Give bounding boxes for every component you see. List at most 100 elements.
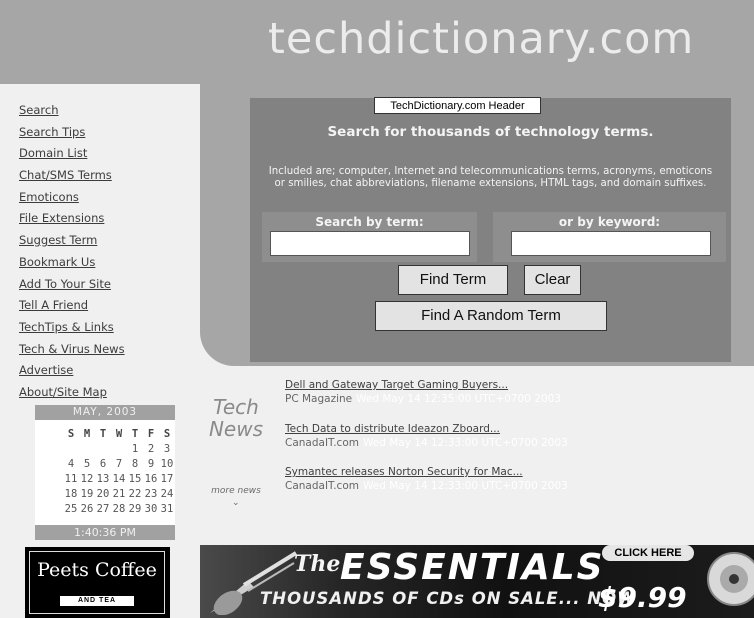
- calendar-day: 4: [67, 458, 75, 470]
- nav-link-techtips[interactable]: TechTips & Links: [19, 320, 114, 334]
- news-title-link[interactable]: Symantec releases Norton Security for Ma…: [285, 465, 568, 479]
- ad-price: $9.99: [598, 581, 687, 614]
- calendar-day: 2: [147, 443, 155, 455]
- term-input[interactable]: [270, 231, 470, 256]
- calendar-week: 4 5 6 7 8 9 10: [35, 457, 175, 472]
- tech-news-logo-line2: News: [208, 417, 264, 441]
- ad-the-text: The: [294, 551, 341, 577]
- tech-news-logo-line1: Tech: [213, 395, 259, 419]
- calendar-day: 21: [112, 488, 126, 500]
- news-source: CanadaIT.com: [285, 480, 359, 492]
- peets-coffee-ad[interactable]: Peets Coffee AND TEA: [25, 547, 170, 618]
- calendar-day: 29: [128, 503, 142, 515]
- news-source: PC Magazine: [285, 393, 353, 405]
- calendar-day: 9: [147, 458, 155, 470]
- news-date: Wed May 14 12:33:00 UTC+0700 2003: [362, 437, 568, 449]
- calendar-day: [79, 442, 95, 457]
- calendar-month: MAY, 2003: [35, 405, 175, 420]
- search-heading: Search for thousands of technology terms…: [327, 124, 654, 140]
- nav-link-tell-friend[interactable]: Tell A Friend: [19, 298, 88, 312]
- news-item: Symantec releases Norton Security for Ma…: [285, 465, 568, 493]
- calendar-day: 16: [144, 473, 158, 485]
- tech-news-logo: Tech News: [203, 396, 269, 440]
- nav-link-site-map[interactable]: About/Site Map: [19, 385, 107, 399]
- calendar-day: 10: [160, 458, 174, 470]
- term-label: Search by term:: [315, 215, 424, 229]
- calendar-clock: 1:40:36 PM: [35, 525, 175, 540]
- weekday: M: [83, 428, 91, 440]
- nav-link-suggest-term[interactable]: Suggest Term: [19, 233, 97, 247]
- ad-headline: ESSENTIALS: [340, 547, 605, 588]
- calendar-day: 14: [112, 473, 126, 485]
- calendar-week: 25 26 27 28 29 30 31: [35, 502, 175, 517]
- nav-link-file-extensions[interactable]: File Extensions: [19, 211, 104, 225]
- calendar-day: 13: [96, 473, 110, 485]
- nav-item-search: Search: [19, 100, 125, 122]
- nav-link-bookmark[interactable]: Bookmark Us: [19, 255, 95, 269]
- calendar-week: 1 2 3: [35, 442, 175, 457]
- calendar-day: 1: [131, 443, 139, 455]
- find-term-button[interactable]: Find Term: [398, 265, 508, 295]
- keyword-input[interactable]: [511, 231, 711, 256]
- nav-item-suggest-term: Suggest Term: [19, 230, 125, 252]
- news-title-link[interactable]: Tech Data to distribute Ideazon Zboard..…: [285, 422, 568, 436]
- news-meta: CanadaIT.com Wed May 14 12:33:00 UTC+0700…: [285, 479, 568, 493]
- peets-logo-text: Peets Coffee: [37, 559, 157, 581]
- keyword-label: or by keyword:: [558, 215, 661, 229]
- nav-link-emoticons[interactable]: Emoticons: [19, 190, 79, 204]
- nav-link-tech-news[interactable]: Tech & Virus News: [19, 342, 125, 356]
- calendar-grid: S M T W T F S 1 2 3 4 5 6 7 8 9 10 11 12…: [35, 427, 175, 517]
- sidebar-nav: Search Search Tips Domain List Chat/SMS …: [19, 100, 125, 404]
- calendar-day: 26: [80, 503, 94, 515]
- calendar-day: 6: [99, 458, 107, 470]
- nav-item-domain-list: Domain List: [19, 143, 125, 165]
- nav-item-bookmark: Bookmark Us: [19, 252, 125, 274]
- calendar-day: 17: [160, 473, 174, 485]
- nav-link-chat-sms[interactable]: Chat/SMS Terms: [19, 168, 112, 182]
- nav-item-add-to-site: Add To Your Site: [19, 274, 125, 296]
- calendar-day: 28: [112, 503, 126, 515]
- calendar-weekdays: S M T W T F S: [35, 427, 175, 442]
- more-news-arrow-icon[interactable]: ⌄: [232, 498, 240, 508]
- calendar-day: 12: [80, 473, 94, 485]
- weekday: T: [131, 428, 139, 440]
- calendar-day: 24: [160, 488, 174, 500]
- peets-logo-frame: Peets Coffee AND TEA: [29, 551, 165, 614]
- nav-link-search[interactable]: Search: [19, 103, 59, 117]
- nav-item-file-extensions: File Extensions: [19, 208, 125, 230]
- nav-link-advertise[interactable]: Advertise: [19, 363, 73, 377]
- ad-subline: THOUSANDS OF CDs ON SALE... NOW: [260, 589, 637, 608]
- calendar-day: 27: [96, 503, 110, 515]
- nav-item-search-tips: Search Tips: [19, 122, 125, 144]
- calendar: MAY, 2003 S M T W T F S 1 2 3 4 5 6 7 8 …: [35, 405, 175, 540]
- news-meta: CanadaIT.com Wed May 14 12:33:00 UTC+0700…: [285, 436, 568, 450]
- news-source: CanadaIT.com: [285, 437, 359, 449]
- weekday: T: [99, 428, 107, 440]
- weekday: W: [115, 428, 123, 440]
- nav-item-advertise: Advertise: [19, 360, 125, 382]
- news-meta: PC Magazine Wed May 14 12:35:00 UTC+0700 …: [285, 392, 561, 406]
- news-date: Wed May 14 12:33:00 UTC+0700 2003: [362, 480, 568, 492]
- random-term-button[interactable]: Find A Random Term: [375, 301, 607, 331]
- calendar-day: 22: [128, 488, 142, 500]
- calendar-day: 8: [131, 458, 139, 470]
- calendar-day: [95, 442, 111, 457]
- nav-link-domain-list[interactable]: Domain List: [19, 146, 87, 160]
- news-date: Wed May 14 12:35:00 UTC+0700 2003: [356, 393, 562, 405]
- nav-item-chat-sms: Chat/SMS Terms: [19, 165, 125, 187]
- nav-link-search-tips[interactable]: Search Tips: [19, 125, 85, 139]
- calendar-day: 31: [160, 503, 174, 515]
- nav-item-emoticons: Emoticons: [19, 187, 125, 209]
- essentials-ad-banner[interactable]: The ESSENTIALS THOUSANDS OF CDs ON SALE.…: [200, 545, 754, 618]
- click-here-button[interactable]: CLICK HERE: [602, 545, 694, 561]
- weekday: S: [163, 428, 171, 440]
- calendar-day: 3: [163, 443, 171, 455]
- nav-item-tech-news: Tech & Virus News: [19, 339, 125, 361]
- nav-link-add-to-site[interactable]: Add To Your Site: [19, 277, 111, 291]
- clear-button[interactable]: Clear: [524, 265, 581, 295]
- more-news-link[interactable]: more news: [203, 486, 269, 496]
- news-title-link[interactable]: Dell and Gateway Target Gaming Buyers...: [285, 378, 561, 392]
- site-title[interactable]: techdictionary.com: [268, 14, 694, 64]
- calendar-day: [111, 442, 127, 457]
- calendar-day: 20: [96, 488, 110, 500]
